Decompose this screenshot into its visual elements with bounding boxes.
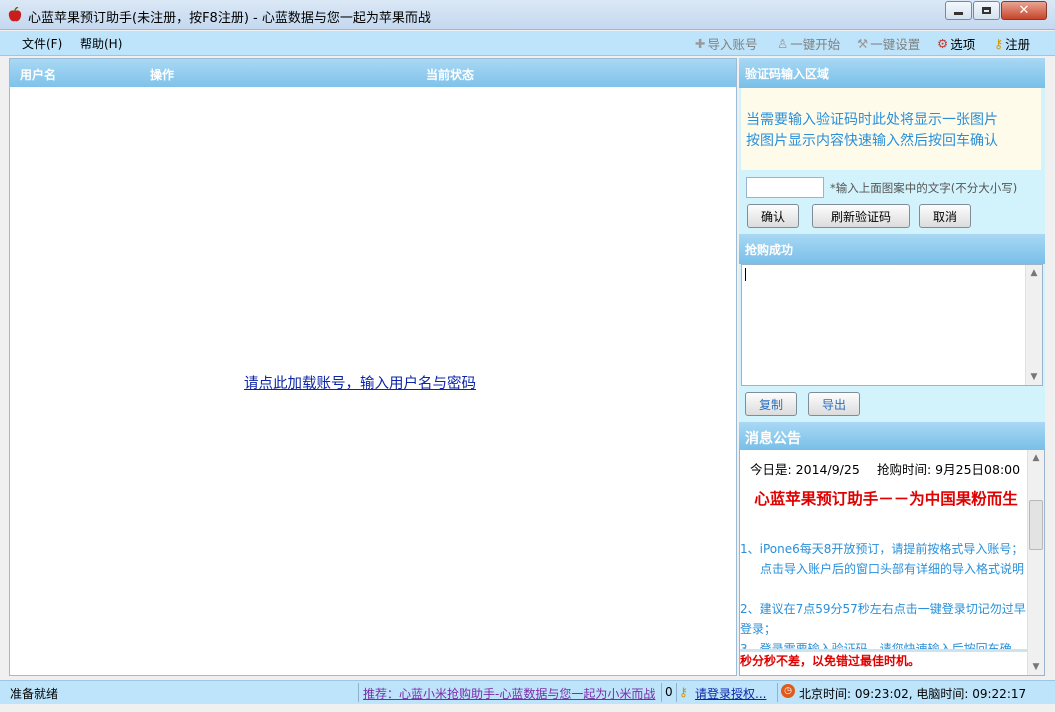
- notice-item-2: 2、建议在7点59分57秒左右点击一键登录切记勿过早登录；: [740, 602, 1026, 636]
- captcha-section-header: 验证码输入区域: [739, 58, 1045, 88]
- tools-icon: ⚒: [857, 36, 869, 51]
- right-panel: 验证码输入区域 当需要输入验证码时此处将显示一张图片 按图片显示内容快速输入然后…: [739, 58, 1045, 676]
- key-icon: ⚷: [679, 685, 688, 699]
- title-bar[interactable]: 心蓝苹果预订助手(未注册，按F8注册) - 心蓝数据与您一起为苹果而战 ✕: [0, 0, 1055, 30]
- captcha-confirm-button[interactable]: 确认: [747, 204, 799, 228]
- notice-item-1b: 点击导入账户后的窗口头部有详细的导入格式说明: [760, 562, 1025, 576]
- scroll-down-icon[interactable]: ▼: [1028, 659, 1044, 675]
- options-label: 选项: [950, 37, 976, 52]
- notice-item-3: 3、登录需要输入验证码，请您快速输入后按回车确: [740, 642, 1012, 649]
- minimize-icon: [954, 12, 963, 15]
- copy-button[interactable]: 复制: [745, 392, 797, 416]
- captcha-section-title: 验证码输入区域: [745, 67, 830, 81]
- column-status[interactable]: 当前状态: [426, 66, 474, 83]
- import-accounts-label: 导入账号: [707, 37, 758, 52]
- status-bar: 准备就绪 推荐：心蓝小米抢购助手-心蓝数据与您一起为小米而战 0 ⚷ 请登录授权…: [0, 680, 1055, 704]
- apple-app-icon: [7, 6, 23, 23]
- minimize-button[interactable]: [945, 1, 972, 20]
- menu-help[interactable]: 帮助(H): [80, 35, 122, 52]
- scroll-thumb[interactable]: [1029, 500, 1043, 550]
- load-accounts-link[interactable]: 请点此加载账号，输入用户名与密码: [244, 372, 476, 393]
- close-button[interactable]: ✕: [1001, 1, 1047, 20]
- notice-footer: 秒分秒不差，以免错过最佳时机。: [740, 654, 921, 668]
- menu-file[interactable]: 文件(F): [22, 35, 62, 52]
- status-ready: 准备就绪: [10, 687, 59, 701]
- scroll-up-icon[interactable]: ▲: [1028, 450, 1044, 466]
- success-section-title: 抢购成功: [745, 243, 794, 257]
- scroll-up-icon[interactable]: ▲: [1026, 265, 1042, 281]
- captcha-hint: *输入上面图案中的文字(不分大小写): [830, 181, 1018, 195]
- time-readout: 北京时间: 09:23:02, 电脑时间: 09:22:17: [799, 687, 1027, 701]
- success-scrollbar[interactable]: ▲ ▼: [1025, 265, 1042, 385]
- user-icon: ♙: [777, 36, 789, 51]
- key-icon: ⚷: [994, 36, 1004, 51]
- text-caret: [745, 268, 746, 281]
- window-title: 心蓝苹果预订助手(未注册，按F8注册) - 心蓝数据与您一起为苹果而战: [28, 11, 431, 26]
- status-separator: [676, 683, 677, 702]
- notice-item-1: 1、iPone6每天8开放预订，请提前按格式导入账号；: [740, 542, 1024, 556]
- captcha-image-area: 当需要输入验证码时此处将显示一张图片 按图片显示内容快速输入然后按回车确认: [741, 88, 1041, 170]
- status-count: 0: [665, 685, 673, 699]
- clock-icon: ◷: [781, 684, 795, 698]
- captcha-input[interactable]: [746, 177, 824, 198]
- one-click-start-button[interactable]: ♙ 一键开始: [777, 34, 840, 53]
- promo-link[interactable]: 推荐：心蓝小米抢购助手-心蓝数据与您一起为小米而战: [363, 685, 655, 702]
- one-click-settings-label: 一键设置: [870, 37, 921, 52]
- column-action[interactable]: 操作: [150, 66, 174, 83]
- status-separator: [358, 683, 359, 702]
- status-separator: [777, 683, 778, 702]
- maximize-button[interactable]: [973, 1, 1000, 20]
- plus-icon: ✚: [695, 36, 706, 51]
- captcha-instruction-1: 当需要输入验证码时此处将显示一张图片: [746, 112, 998, 128]
- success-textarea[interactable]: ▲ ▼: [741, 264, 1043, 386]
- notice-headline: 心蓝苹果预订助手－－为中国果粉而生: [754, 490, 1018, 508]
- rush-time: 抢购时间: 9月25日08:00: [877, 462, 1021, 477]
- notice-panel[interactable]: 今日是: 2014/9/25 抢购时间: 9月25日08:00 心蓝苹果预订助手…: [739, 449, 1045, 676]
- success-section-header: 抢购成功: [739, 234, 1045, 264]
- close-icon: ✕: [1018, 3, 1030, 18]
- today-date: 今日是: 2014/9/25: [750, 462, 860, 477]
- notice-section-title: 消息公告: [745, 431, 801, 447]
- maximize-icon: [982, 7, 991, 14]
- captcha-instruction-2: 按图片显示内容快速输入然后按回车确认: [746, 133, 998, 149]
- menu-bar: 文件(F) 帮助(H) ✚ 导入账号 ♙ 一键开始 ⚒ 一键设置 ⚙ 选项 ⚷ …: [0, 31, 1055, 56]
- wrench-icon: ⚙: [937, 36, 949, 51]
- column-username[interactable]: 用户名: [20, 66, 56, 83]
- import-accounts-button[interactable]: ✚ 导入账号: [695, 34, 758, 53]
- one-click-settings-button[interactable]: ⚒ 一键设置: [857, 34, 920, 53]
- scroll-down-icon[interactable]: ▼: [1026, 369, 1042, 385]
- status-separator: [661, 683, 662, 702]
- register-button[interactable]: ⚷ 注册: [994, 34, 1030, 53]
- options-button[interactable]: ⚙ 选项: [937, 34, 975, 53]
- register-label: 注册: [1005, 37, 1031, 52]
- login-authorize-link[interactable]: 请登录授权...: [695, 685, 766, 702]
- notice-body: 1、iPone6每天8开放预订，请提前按格式导入账号； 点击导入账户后的窗口头部…: [740, 539, 1028, 649]
- notice-section-header: 消息公告: [739, 422, 1045, 450]
- one-click-start-label: 一键开始: [790, 37, 841, 52]
- captcha-cancel-button[interactable]: 取消: [919, 204, 971, 228]
- export-button[interactable]: 导出: [808, 392, 860, 416]
- notice-scrollbar[interactable]: ▲ ▼: [1027, 450, 1044, 675]
- table-header: 用户名 操作 当前状态: [10, 59, 736, 87]
- account-table[interactable]: 用户名 操作 当前状态 请点此加载账号，输入用户名与密码: [9, 58, 737, 676]
- refresh-captcha-button[interactable]: 刷新验证码: [812, 204, 910, 228]
